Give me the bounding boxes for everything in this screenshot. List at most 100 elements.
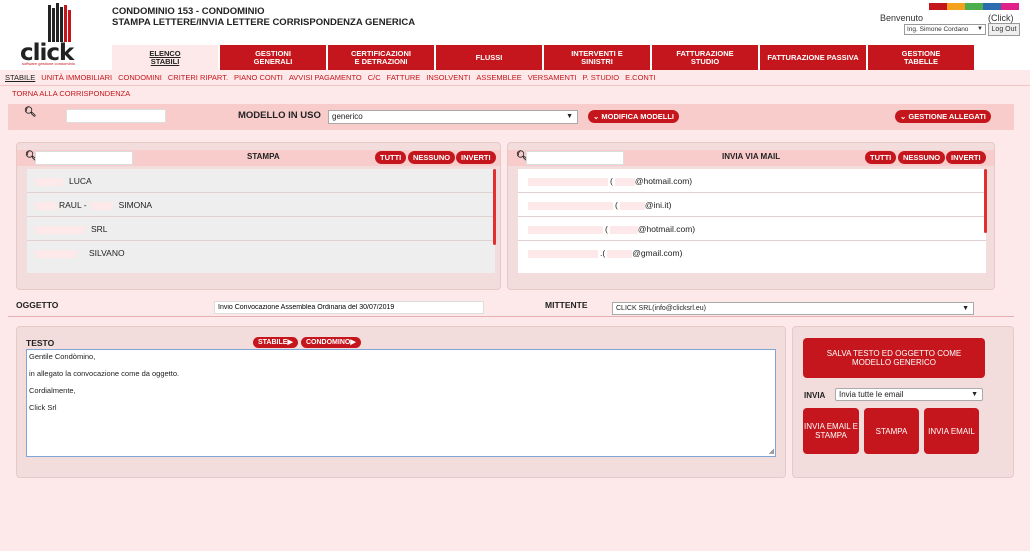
print-panel-title: STAMPA	[247, 152, 280, 161]
page-subtitle: STAMPA LETTERE/INVIA LETTERE CORRISPONDE…	[112, 17, 416, 28]
color-swatch-3	[965, 3, 983, 10]
list-item[interactable]: (@hotmail.com)	[518, 217, 986, 241]
print-list: LUCA RAUL - SIMONA SRL SILVANO	[27, 169, 495, 273]
text-line: in allegato la convocazione come da ogge…	[29, 369, 180, 378]
print-select-none-button[interactable]: NESSUNO	[408, 151, 456, 164]
chevron-down-icon: ▼	[566, 113, 573, 120]
nav-tab-fatturazione-passiva[interactable]: FATTURAZIONE PASSIVA	[760, 45, 866, 70]
list-item[interactable]: SILVANO	[27, 241, 495, 265]
model-search-input[interactable]	[66, 109, 166, 123]
send-mode-value: Invia tutte le email	[839, 390, 904, 399]
brand-color-bar	[929, 3, 1019, 10]
nav-tab-gestione-tabelle[interactable]: GESTIONE TABELLE	[868, 45, 974, 70]
color-swatch-1	[929, 3, 947, 10]
chevron-down-icon: ▼	[962, 305, 969, 312]
sender-select[interactable]: CLICK SRL(info@clicksrl.eu) ▼	[612, 302, 974, 315]
subnav-unita[interactable]: UNITÀ IMMOBILIARI	[41, 73, 112, 82]
user-select[interactable]: Ing. Simone Cordano ▼	[904, 24, 986, 35]
print-search-input[interactable]	[35, 151, 133, 165]
edit-models-button[interactable]: ⌄ MODIFICA MODELLI	[588, 110, 680, 123]
company-label: (Click)	[988, 13, 1014, 23]
mail-invert-button[interactable]: INVERTI	[946, 151, 986, 164]
manage-attachments-button[interactable]: ⌄ GESTIONE ALLEGATI	[895, 110, 991, 123]
subnav-piano-conti[interactable]: PIANO CONTI	[234, 73, 283, 82]
nav-tab-elenco-stabili[interactable]: ELENCO STABILI	[112, 45, 218, 70]
text-line: Cordialmente,	[29, 386, 76, 395]
subnav-criteri[interactable]: CRITERI RIPART.	[168, 73, 228, 82]
send-label: INVIA	[804, 391, 826, 400]
mail-search-input[interactable]	[526, 151, 624, 165]
user-name: Ing. Simone Cordano	[907, 26, 969, 33]
subnav-avvisi[interactable]: AVVISI PAGAMENTO	[289, 73, 362, 82]
subject-input[interactable]	[214, 301, 484, 314]
subject-label: OGGETTO	[16, 300, 59, 310]
subnav-fatture[interactable]: FATTURE	[387, 73, 421, 82]
mail-list: (@hotmail.com) (@ini.it) (@hotmail.com) …	[518, 169, 986, 273]
print-list-scrollbar[interactable]	[493, 169, 496, 245]
text-line: Click Srl	[29, 403, 57, 412]
save-template-button[interactable]: SALVA TESTO ED OGGETTO COME MODELLO GENE…	[803, 338, 985, 378]
subnav-condomini[interactable]: CONDOMINI	[118, 73, 162, 82]
logout-button[interactable]: Log Out	[988, 23, 1020, 36]
chevron-down-icon: ▼	[977, 26, 983, 32]
actions-panel: SALVA TESTO ED OGGETTO COME MODELLO GENE…	[792, 326, 1014, 478]
tag-condomino-button[interactable]: CONDOMINO▶	[301, 337, 361, 348]
list-item[interactable]: (@hotmail.com)	[518, 169, 986, 193]
color-swatch-2	[947, 3, 965, 10]
model-select-value: generico	[332, 112, 363, 121]
nav-tab-fatturazione-studio[interactable]: FATTURAZIONE STUDIO	[652, 45, 758, 70]
resize-handle-icon[interactable]: ◢	[769, 448, 774, 457]
print-panel: 🔍︎ STAMPA TUTTI NESSUNO INVERTI LUCA RAU…	[16, 142, 501, 290]
list-item[interactable]: LUCA	[27, 169, 495, 193]
send-email-and-print-button[interactable]: INVIA EMAIL E STAMPA	[803, 408, 859, 454]
subnav-versamenti[interactable]: VERSAMENTI	[528, 73, 577, 82]
nav-tab-flussi[interactable]: FLUSSI	[436, 45, 542, 70]
list-item[interactable]: (@ini.it)	[518, 193, 986, 217]
divider	[8, 316, 1014, 317]
message-textarea[interactable]: Gentile Condòmino, in allegato la convoc…	[26, 349, 776, 457]
sub-nav: STABILE UNITÀ IMMOBILIARI CONDOMINI CRIT…	[0, 70, 1030, 86]
nav-tab-interventi[interactable]: INTERVENTI E SINISTRI	[544, 45, 650, 70]
mail-panel-title: INVIA VIA MAIL	[722, 152, 781, 161]
list-item[interactable]: .(@gmail.com)	[518, 241, 986, 265]
subnav-p-studio[interactable]: P. STUDIO	[583, 73, 620, 82]
mail-select-none-button[interactable]: NESSUNO	[898, 151, 946, 164]
subnav-assemblee[interactable]: ASSEMBLEE	[476, 73, 521, 82]
subnav-cc[interactable]: C/C	[368, 73, 381, 82]
list-item[interactable]: SRL	[27, 217, 495, 241]
app-logo[interactable]: click software gestione condominio	[18, 2, 98, 66]
mail-list-scrollbar[interactable]	[984, 169, 987, 233]
subnav-e-conti[interactable]: E.CONTI	[625, 73, 655, 82]
print-panel-header: 🔍︎ STAMPA TUTTI NESSUNO INVERTI	[17, 150, 500, 166]
text-label: TESTO	[26, 338, 55, 348]
sender-label: MITTENTE	[545, 300, 588, 310]
send-mode-select[interactable]: Invia tutte le email ▼	[835, 388, 983, 401]
nav-tab-certificazioni[interactable]: CERTIFICAZIONI E DETRAZIONI	[328, 45, 434, 70]
back-link[interactable]: TORNA ALLA CORRISPONDENZA	[12, 89, 130, 98]
chevron-down-icon: ▼	[971, 391, 978, 398]
model-label: MODELLO IN USO	[238, 110, 321, 121]
model-select[interactable]: generico ▼	[328, 110, 578, 124]
print-invert-button[interactable]: INVERTI	[456, 151, 496, 164]
welcome-text: Benvenuto	[880, 13, 924, 23]
text-line: Gentile Condòmino,	[29, 352, 96, 361]
tag-stabile-button[interactable]: STABILE▶	[253, 337, 298, 348]
logo-subtitle: software gestione condominio	[22, 61, 75, 66]
search-icon: 🔍︎	[24, 107, 37, 118]
tag-icon: ▶	[287, 339, 293, 346]
nav-tab-gestioni-generali[interactable]: GESTIONI GENERALI	[220, 45, 326, 70]
mail-panel-header: 🔍︎ INVIA VIA MAIL TUTTI NESSUNO INVERTI	[508, 150, 994, 166]
send-email-button[interactable]: INVIA EMAIL	[924, 408, 979, 454]
color-swatch-5	[1001, 3, 1019, 10]
color-swatch-4	[983, 3, 1001, 10]
print-button[interactable]: STAMPA	[864, 408, 919, 454]
mail-select-all-button[interactable]: TUTTI	[865, 151, 897, 164]
mail-panel: 🔍︎ INVIA VIA MAIL TUTTI NESSUNO INVERTI …	[507, 142, 995, 290]
print-select-all-button[interactable]: TUTTI	[375, 151, 407, 164]
text-panel: TESTO STABILE▶ CONDOMINO▶ Gentile Condòm…	[16, 326, 786, 478]
main-nav: ELENCO STABILI GESTIONI GENERALI CERTIFICA…	[112, 45, 976, 70]
list-item[interactable]: RAUL - SIMONA	[27, 193, 495, 217]
subnav-stabile[interactable]: STABILE	[5, 73, 35, 82]
sender-select-value: CLICK SRL(info@clicksrl.eu)	[616, 305, 706, 312]
subnav-insolventi[interactable]: INSOLVENTI	[426, 73, 470, 82]
